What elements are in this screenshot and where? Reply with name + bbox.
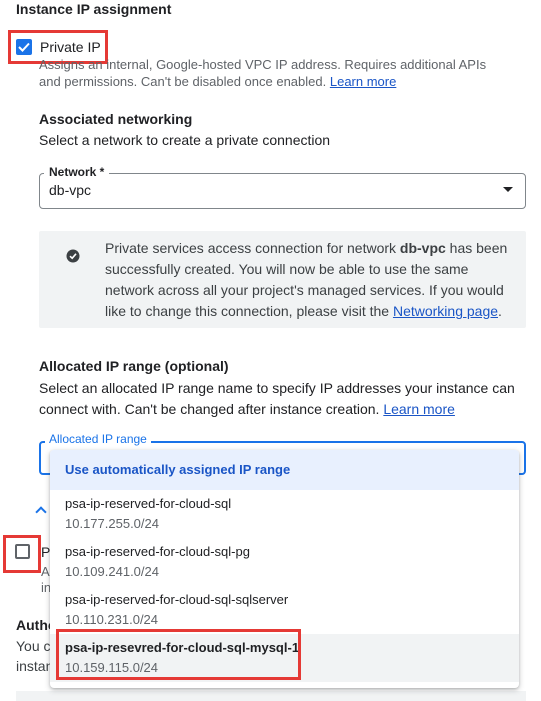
- option-ip: 10.109.241.0/24: [65, 564, 159, 579]
- allocated-range-title: Allocated IP range (optional): [39, 358, 229, 374]
- dropdown-option[interactable]: psa-ip-reserved-for-cloud-sql-sqlserver …: [50, 586, 519, 634]
- info-network-name: db-vpc: [399, 240, 446, 256]
- info-text-end: .: [498, 303, 502, 319]
- allocated-ip-range-label: Allocated IP range: [45, 431, 151, 447]
- private-ip-description: Assigns an internal, Google-hosted VPC I…: [39, 56, 499, 90]
- allocated-range-description: Select an allocated IP range name to spe…: [39, 378, 519, 420]
- associated-networking-subtitle: Select a network to create a private con…: [39, 132, 331, 148]
- chevron-up-icon[interactable]: [35, 506, 47, 518]
- public-ip-label-fragment: P: [41, 544, 51, 560]
- dropdown-option-auto[interactable]: Use automatically assigned IP range: [50, 450, 519, 490]
- associated-networking-title: Associated networking: [39, 111, 193, 127]
- info-message: Private services access connection for n…: [105, 238, 515, 322]
- networking-page-link[interactable]: Networking page: [393, 303, 498, 319]
- network-value[interactable]: db-vpc: [49, 181, 91, 199]
- option-name: psa-ip-reserved-for-cloud-sql-pg: [65, 544, 250, 559]
- dropdown-arrow-icon[interactable]: [503, 187, 513, 192]
- option-ip: 10.110.231.0/24: [65, 612, 159, 627]
- section-title: Instance IP assignment: [16, 1, 172, 17]
- public-ip-checkbox[interactable]: [15, 544, 30, 559]
- private-ip-desc-text: Assigns an internal, Google-hosted VPC I…: [39, 57, 487, 89]
- dropdown-option-auto-label: Use automatically assigned IP range: [65, 462, 291, 477]
- authorized-text-fragment-2: instan: [16, 658, 54, 674]
- private-ip-learn-more-link[interactable]: Learn more: [330, 74, 396, 89]
- option-name: psa-ip-reserved-for-cloud-sql-sqlserver: [65, 592, 289, 607]
- bottom-panel: [16, 691, 526, 701]
- option-name: psa-ip-reserved-for-cloud-sql: [65, 496, 232, 511]
- info-text-before: Private services access connection for n…: [105, 240, 400, 256]
- check-circle-icon: [66, 249, 80, 263]
- allocated-range-learn-more-link[interactable]: Learn more: [383, 401, 455, 417]
- selected-option-highlight-box: [56, 629, 301, 680]
- dropdown-option[interactable]: psa-ip-reserved-for-cloud-sql-pg 10.109.…: [50, 538, 519, 586]
- option-ip: 10.177.255.0/24: [65, 516, 159, 531]
- network-select[interactable]: [39, 173, 526, 209]
- network-label: Network *: [44, 164, 110, 180]
- dropdown-option[interactable]: psa-ip-reserved-for-cloud-sql 10.177.255…: [50, 490, 519, 538]
